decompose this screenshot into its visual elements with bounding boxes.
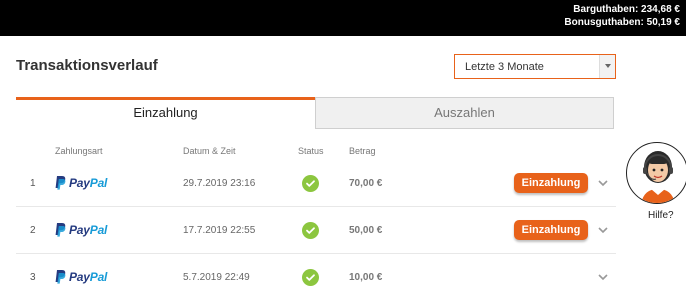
row-datetime: 5.7.2019 22:49 (183, 272, 250, 283)
paypal-pay: Pay (69, 176, 90, 190)
paypal-pal: Pal (89, 223, 108, 237)
tab-einzahlung[interactable]: Einzahlung (16, 97, 315, 129)
paypal-pal: Pal (89, 270, 108, 284)
column-header-status: Status (298, 146, 324, 156)
chevron-down-icon[interactable] (598, 175, 608, 187)
deposit-button[interactable]: Einzahlung (514, 173, 588, 193)
chevron-down-icon[interactable] (598, 222, 608, 234)
support-agent-icon[interactable] (626, 142, 686, 204)
column-header-method: Zahlungsart (55, 146, 103, 156)
row-amount: 10,00 € (349, 272, 383, 283)
paypal-icon (54, 223, 66, 237)
column-header-datetime: Datum & Zeit (183, 146, 236, 156)
paypal-icon (54, 176, 66, 190)
check-icon (302, 269, 319, 286)
paypal-logo: PayPal (54, 175, 107, 191)
paypal-pay: Pay (69, 223, 90, 237)
paypal-logo: PayPal (54, 222, 107, 238)
row-index: 1 (30, 178, 36, 189)
check-icon (302, 222, 319, 239)
tab-auszahlen[interactable]: Auszahlen (315, 97, 614, 129)
row-datetime: 17.7.2019 22:55 (183, 225, 256, 236)
row-amount: 70,00 € (349, 178, 383, 189)
row-amount: 50,00 € (349, 225, 383, 236)
row-datetime: 29.7.2019 23:16 (183, 178, 256, 189)
table-row: 1 PayPal 29.7.2019 23:16 70,00 € Einzahl… (16, 161, 616, 207)
deposit-button[interactable]: Einzahlung (514, 220, 588, 240)
column-header-amount: Betrag (349, 146, 376, 156)
page-title: Transaktionsverlauf (16, 57, 158, 74)
table-row: 3 PayPal 5.7.2019 22:49 10,00 € (16, 255, 616, 293)
period-select-value: Letzte 3 Monate (465, 61, 544, 73)
help-widget[interactable]: Hilfe? (625, 140, 686, 230)
cash-balance: Barguthaben: 234,68 € (573, 4, 680, 15)
paypal-icon (54, 270, 66, 284)
row-index: 2 (30, 225, 36, 236)
period-select[interactable]: Letzte 3 Monate (454, 54, 616, 79)
chevron-down-icon[interactable] (599, 55, 615, 78)
paypal-pay: Pay (69, 270, 90, 284)
bonus-balance: Bonusguthaben: 50,19 € (564, 17, 680, 28)
top-bar: Barguthaben: 234,68 € Bonusguthaben: 50,… (0, 0, 686, 36)
table-row: 2 PayPal 17.7.2019 22:55 50,00 € Einzahl… (16, 208, 616, 254)
check-icon (302, 175, 319, 192)
chevron-down-icon[interactable] (598, 269, 608, 281)
paypal-logo: PayPal (54, 269, 107, 285)
help-label[interactable]: Hilfe? (648, 210, 674, 221)
row-index: 3 (30, 272, 36, 283)
paypal-pal: Pal (89, 176, 108, 190)
